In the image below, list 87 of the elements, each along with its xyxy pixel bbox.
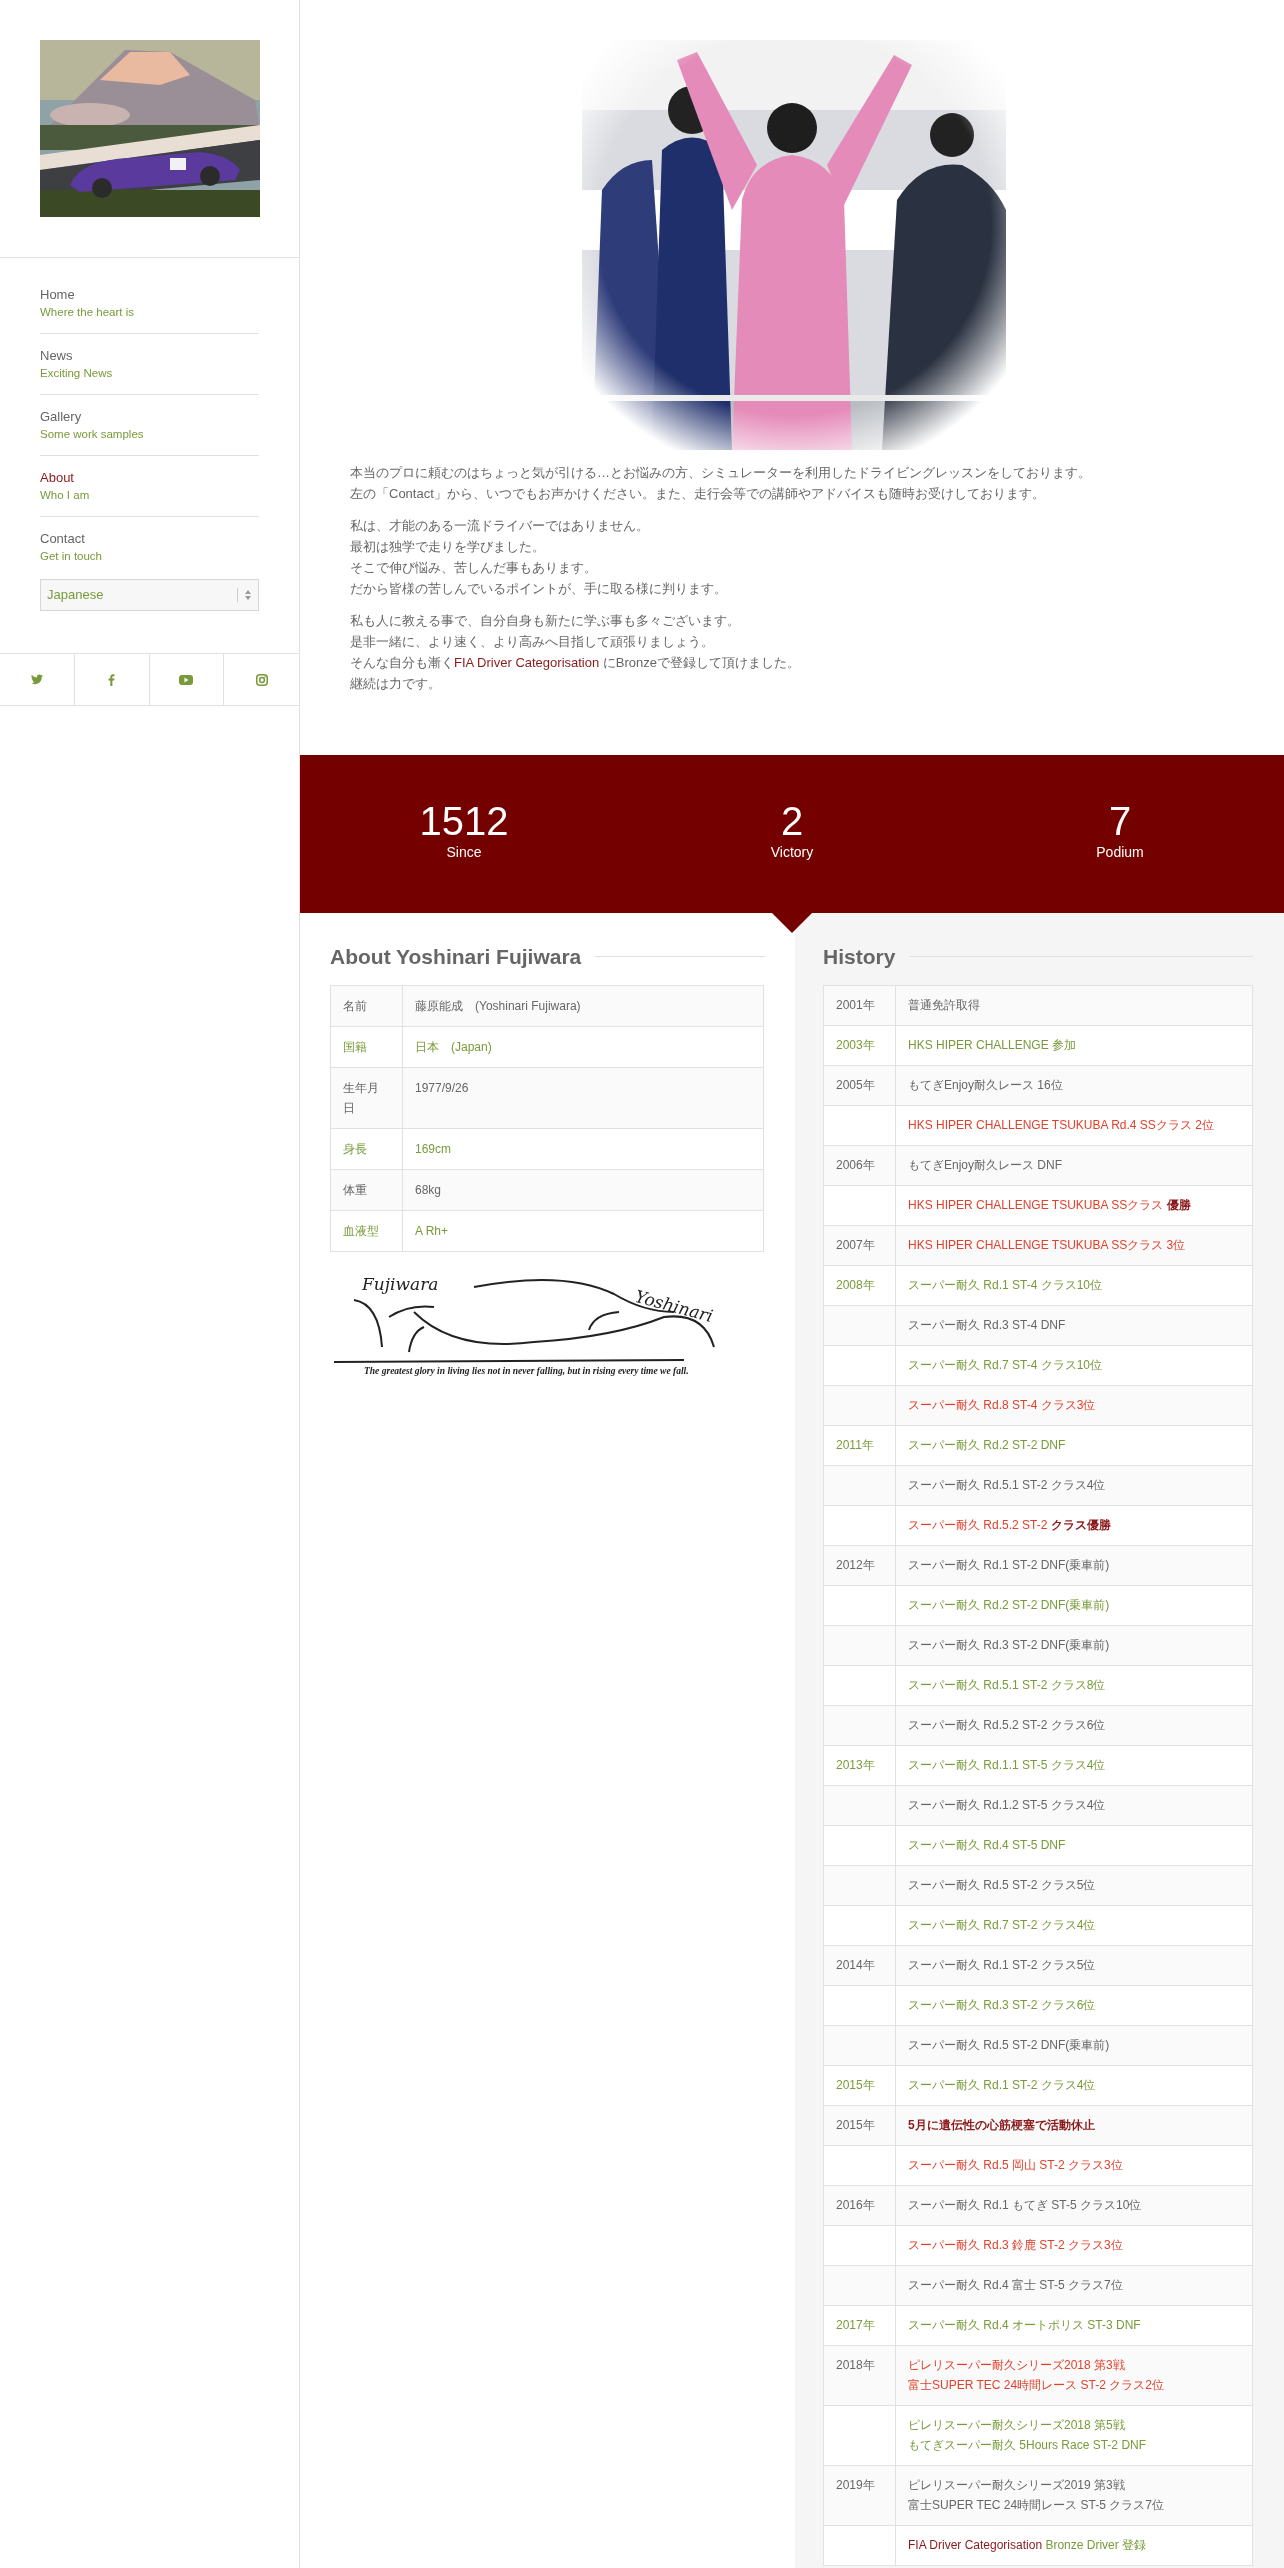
table-cell: 2006年 [824,1145,896,1185]
table-cell-text: スーパー耐久 Rd.1 ST-4 クラス10位 [907,1277,1104,1294]
stat-label: Since [446,843,482,861]
table-cell: 2011年 [824,1425,896,1465]
table-cell: 名前 [331,985,403,1026]
stat-value: 2 [780,799,804,843]
table-cell: 2013年 [824,1745,896,1785]
table-cell-text: スーパー耐久 Rd.1 ST-2 DNF(乗車前) [907,1557,1111,1574]
table-cell: 2005年 [824,1065,896,1105]
table-cell: 2015年 [824,2105,896,2145]
table-cell-text: スーパー耐久 Rd.5 ST-2 クラス5位 [907,1877,1097,1894]
table-cell-text: スーパー耐久 Rd.4 富士 ST-5 クラス7位 [907,2277,1124,2294]
table-cell-text: スーパー耐久 Rd.5.2 ST-2 クラス6位 [907,1717,1107,1734]
link[interactable]: FIA Driver Categorisation [908,2538,1043,2552]
table-cell-text: HKS HIPER CHALLENGE TSUKUBA SSクラス 優勝 [907,1197,1192,1214]
table-cell: 2012年 [824,1545,896,1585]
table-cell-text: スーパー耐久 Rd.3 ST-2 クラス6位 [907,1997,1097,2014]
section-heading: About Yoshinari Fujiwara [330,944,582,970]
signature-text: Fujiwara [362,1272,439,1296]
table-cell-text: スーパー耐久 Rd.4 ST-5 DNF [907,1837,1067,1854]
table-cell-text: スーパー耐久 Rd.5 岡山 ST-2 クラス3位 [907,2157,1124,2174]
table-cell-text: A Rh+ [414,1222,450,1240]
table-cell-text: スーパー耐久 Rd.1 ST-2 クラス5位 [907,1957,1097,1974]
language-select[interactable]: Japanese [40,579,259,611]
table-cell: 2014年 [824,1945,896,1985]
table-cell-text: スーパー耐久 Rd.7 ST-2 クラス4位 [907,1917,1097,1934]
table-cell-text: HKS HIPER CHALLENGE TSUKUBA Rd.4 SSクラス 2位 [907,1117,1215,1134]
table-cell: 身長 [331,1128,403,1169]
table-cell-text: 日本 (Japan) [414,1038,493,1056]
table-cell-text: 普通免許取得 [907,997,981,1014]
table-cell-text: スーパー耐久 Rd.3 ST-2 DNF(乗車前) [907,1637,1111,1654]
table-cell-text: FIA Driver Categorisation Bronze Driver 登録 [907,2537,1148,2554]
table-cell-text: 169cm [414,1140,453,1158]
table-cell-text: スーパー耐久 Rd.3 ST-4 DNF [907,1317,1067,1334]
table-cell-text: もてぎEnjoy耐久レース 16位 [907,1077,1064,1094]
table-cell-text: HKS HIPER CHALLENGE TSUKUBA SSクラス 3位 [907,1237,1187,1254]
table-cell-text: 藤原能成 (Yoshinari Fujiwara) [414,997,582,1015]
table-cell-text: スーパー耐久 Rd.5.1 ST-2 クラス8位 [907,1677,1107,1694]
stat-value: 7 [1108,799,1132,843]
table-cell-text: スーパー耐久 Rd.4 オートポリス ST-3 DNF [907,2317,1142,2334]
stat-label: Victory [770,843,814,861]
stat-value: 1512 [419,799,509,843]
quote-text: The greatest glory in living lies not in never falling, but in rising every time we fall. [364,1364,689,1378]
table-cell-text: スーパー耐久 Rd.5.2 ST-2 クラス優勝 [907,1517,1112,1534]
table-cell-text: 68kg [414,1181,443,1199]
nav-item[interactable]: About Who I am [40,456,259,517]
intro-paragraph: 私は、才能のある一流ドライバーではありません。 最初は独学で走りを学びました。 そこで伸び悩み、苦しんだ事もあります。 だから皆様の苦しんでいるポイントが、手に取る様に判ります。 [350,517,728,598]
intro-paragraph: 私も人に教える事で、自分自身も新たに学ぶ事も多々ございます。 是非一緒に、より速く、より高みへ目指して頑張りましょう。 そんな自分も漸く FIA Driver Categorisation にBronzeで登録して頂けました。 継続は力です。 [350,612,802,693]
table-cell-text: 1977/9/26 [414,1079,470,1097]
table-cell-text: スーパー耐久 Rd.5.1 ST-2 クラス4位 [907,1477,1107,1494]
nav-item[interactable]: Contact Get in touch [40,517,259,577]
intro-paragraph: 本当のプロに頼むのはちょっと気が引ける…とお悩みの方、シミュレーターを利用したドライビングレッスンをしております。 左の「Contact」から、いつでもお声かけください。また、走行会等での講師やアドバイスも随時お受けしております。 [350,464,1092,503]
table-cell: 2019年 [824,2465,896,2525]
nav-item[interactable]: Gallery Some work samples [40,395,259,456]
table-cell-text: スーパー耐久 Rd.1 ST-2 クラス4位 [907,2077,1097,2094]
section-heading: History [823,944,896,970]
table-cell-text: スーパー耐久 Rd.3 鈴鹿 ST-2 クラス3位 [907,2237,1124,2254]
table-cell-text: ピレリスーパー耐久シリーズ2018 第3戦 富士SUPER TEC 24時間レース ST-2 クラス2位 [907,2357,1165,2394]
table-cell-text: ピレリスーパー耐久シリーズ2018 第5戦 もてぎスーパー耐久 5Hours Race ST-2 DNF [907,2417,1148,2454]
table-cell: 2001年 [824,985,896,1025]
table-cell: 体重 [331,1169,403,1210]
table-cell-text: 5月に遺伝性の心筋梗塞で活動休止 [907,2117,1096,2134]
nav-item[interactable]: Home Where the heart is [40,286,259,334]
table-cell: 2017年 [824,2305,896,2345]
table-cell-text: ピレリスーパー耐久シリーズ2019 第3戦 富士SUPER TEC 24時間レース ST-5 クラス7位 [907,2477,1165,2514]
table-cell: 2016年 [824,2185,896,2225]
table-cell: 2015年 [824,2065,896,2105]
table-cell-text: HKS HIPER CHALLENGE 参加 [907,1037,1078,1054]
link[interactable]: FIA Driver Categorisation [454,655,600,670]
table-cell: 2003年 [824,1025,896,1065]
table-cell-text: スーパー耐久 Rd.7 ST-4 クラス10位 [907,1357,1104,1374]
table-cell-text: スーパー耐久 Rd.1.2 ST-5 クラス4位 [907,1797,1107,1814]
table-cell-text: スーパー耐久 Rd.2 ST-2 DNF [907,1437,1067,1454]
table-cell-text: スーパー耐久 Rd.5 ST-2 DNF(乗車前) [907,2037,1111,2054]
table-cell-text: スーパー耐久 Rd.8 ST-4 クラス3位 [907,1397,1097,1414]
table-cell: 生年月日 [331,1067,403,1128]
table-cell-text: スーパー耐久 Rd.2 ST-2 DNF(乗車前) [907,1597,1111,1614]
table-cell: 2018年 [824,2345,896,2405]
table-cell: 血液型 [331,1210,403,1251]
table-cell-text: スーパー耐久 Rd.1.1 ST-5 クラス4位 [907,1757,1107,1774]
stat-label: Podium [1096,843,1144,861]
table-cell-text: もてぎEnjoy耐久レース DNF [907,1157,1063,1174]
table-cell: 2008年 [824,1265,896,1305]
table-cell-text: スーパー耐久 Rd.1 もてぎ ST-5 クラス10位 [907,2197,1143,2214]
table-cell: 国籍 [331,1026,403,1067]
table-cell: 2007年 [824,1225,896,1265]
nav-item[interactable]: News Exciting News [40,334,259,395]
